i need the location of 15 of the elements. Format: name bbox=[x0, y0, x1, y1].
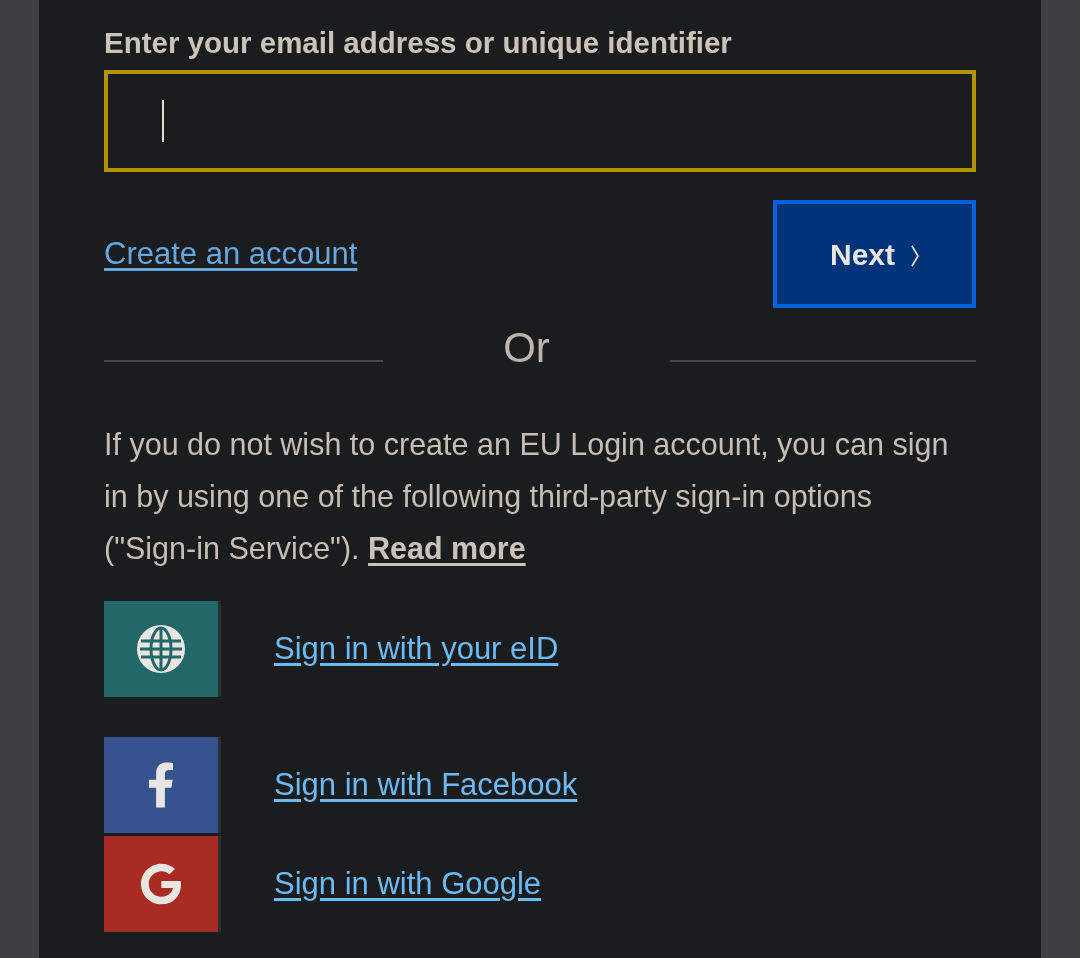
sign-in-link[interactable]: Sign in with your eID bbox=[274, 630, 559, 668]
google-icon[interactable] bbox=[104, 836, 221, 932]
globe-icon[interactable] bbox=[104, 601, 221, 697]
email-input-field[interactable] bbox=[104, 70, 976, 172]
create-account-link[interactable]: Create an account bbox=[104, 235, 358, 273]
chevron-right-icon bbox=[911, 245, 919, 267]
text-cursor-icon bbox=[162, 100, 164, 142]
next-button[interactable]: Next bbox=[773, 200, 976, 308]
facebook-icon[interactable] bbox=[104, 737, 221, 833]
sign-in-link[interactable]: Sign in with Facebook bbox=[274, 766, 578, 804]
email-field-label: Enter your email address or unique identifier bbox=[104, 25, 733, 61]
sign-in-notice-paragraph: If you do not wish to create an EU Login account, you can sign in by using one of the following third-party sign-in options ("Sign-in Service"). Read more bbox=[104, 426, 950, 568]
read-more-link[interactable]: Read more bbox=[368, 531, 526, 565]
sign-in-link[interactable]: Sign in with Google bbox=[274, 865, 542, 903]
divider-text: Or bbox=[502, 323, 551, 373]
